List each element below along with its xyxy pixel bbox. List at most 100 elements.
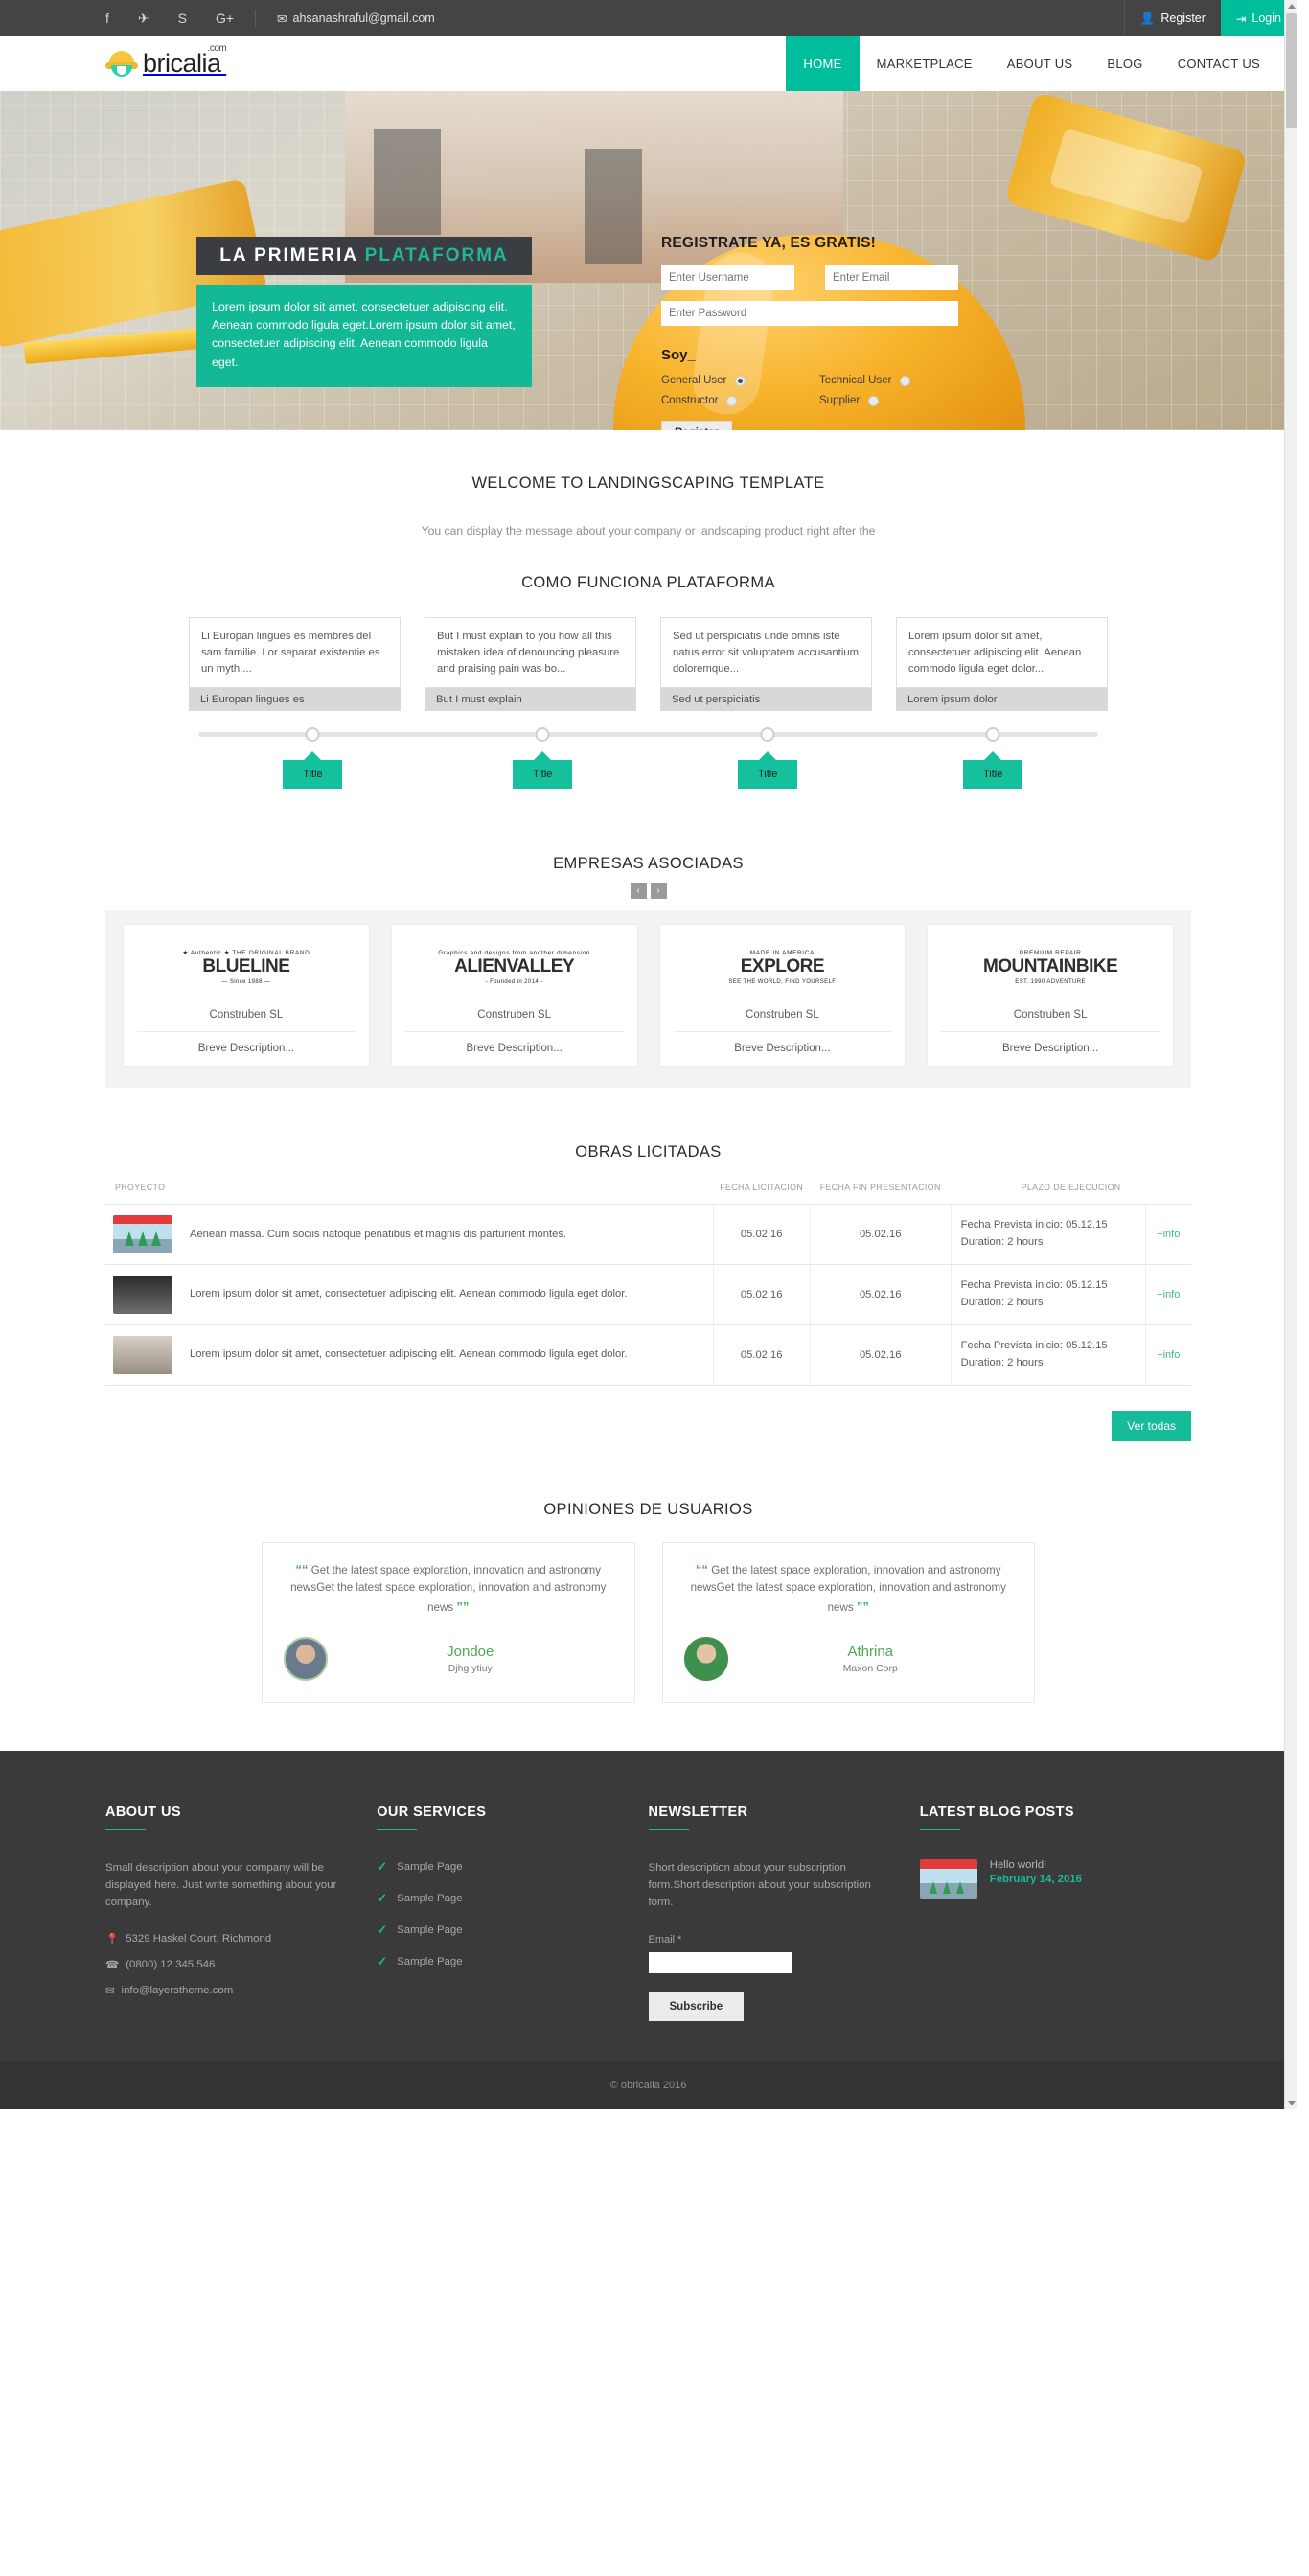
partner-logo-top: Graphics and designs from another dimens… — [438, 949, 590, 956]
partner-name: Construben SL — [404, 1000, 624, 1032]
ver-todas-button[interactable]: Ver todas — [1112, 1410, 1191, 1441]
testimonial-author: Jondoe Djhg ytiuy — [284, 1636, 613, 1681]
nav-item-about-us[interactable]: ABOUT US — [990, 36, 1091, 91]
social-links: f ✈ S G+ — [105, 12, 234, 25]
timeline-tag[interactable]: Title — [963, 751, 1023, 789]
partner-name: Construben SL — [673, 1000, 892, 1032]
radio-general-user[interactable]: General User — [661, 375, 819, 386]
how-card[interactable]: Li Europan lingues es membres del sam fa… — [189, 617, 401, 711]
scroll-down-icon[interactable] — [1288, 2101, 1296, 2106]
email-input[interactable] — [825, 265, 958, 290]
carousel-prev-button[interactable]: ‹ — [630, 883, 647, 899]
project-description: Aenean massa. Cum sociis natoque penatib… — [180, 1204, 714, 1265]
project-fecha-licitacion: 05.02.16 — [713, 1324, 811, 1386]
radio-supplier[interactable]: Supplier — [819, 395, 977, 406]
partner-logo-main: MOUNTAINBIKE — [982, 955, 1118, 977]
nav-item-marketplace[interactable]: MARKETPLACE — [860, 36, 990, 91]
twitter-icon[interactable]: ✈ — [138, 12, 149, 25]
footer-about-title: ABOUT US — [105, 1804, 181, 1820]
project-plazo: Fecha Prevista inicio: 05.12.15 Duration… — [951, 1324, 1146, 1386]
plazo-line-1: Fecha Prevista inicio: 05.12.15 — [960, 1219, 1108, 1230]
footer-email-text: info@layerstheme.com — [121, 1985, 234, 1997]
welcome-title: WELCOME TO LANDINGSCAPING TEMPLATE — [471, 474, 825, 492]
project-fecha-licitacion: 05.02.16 — [713, 1204, 811, 1265]
info-link[interactable]: +info — [1157, 1229, 1180, 1240]
nav-item-blog[interactable]: BLOG — [1090, 36, 1160, 91]
registration-title: REGISTRATE YA, ES GRATIS! — [661, 235, 877, 251]
hero-headline-part2: PLATAFORMA — [364, 245, 509, 265]
nav-item-home[interactable]: HOME — [786, 36, 860, 91]
partner-card[interactable]: MADE IN AMERICA EXPLORE SEE THE WORLD, F… — [658, 924, 907, 1067]
partner-card[interactable]: Graphics and designs from another dimens… — [390, 924, 638, 1067]
top-bar: f ✈ S G+ ✉ ahsanashraful@gmail.com 👤 Reg… — [0, 0, 1297, 36]
newsletter-email-label: Email * — [648, 1934, 682, 1946]
brand-name: bricalia.com — [143, 43, 240, 79]
testimonials-section: OPINIONES DE USUARIOS ““ Get the latest … — [0, 1501, 1297, 1703]
partner-logo-main: BLUELINE — [202, 956, 290, 977]
partner-card[interactable]: PREMIUM REPAIR MOUNTAINBIKE EST. 1990 AD… — [927, 924, 1174, 1067]
partner-description: Breve Description... — [197, 1043, 295, 1054]
partner-logo-top: PREMIUM REPAIR — [1019, 949, 1082, 956]
partner-card[interactable]: ★ Authentic ★ THE ORIGINAL BRAND BLUELIN… — [123, 924, 370, 1067]
col-fecha-fin: FECHA FIN PRESENTACION — [810, 1183, 952, 1205]
table-row[interactable]: Aenean massa. Cum sociis natoque penatib… — [105, 1204, 1191, 1265]
how-card[interactable]: Sed ut perspiciatis unde omnis iste natu… — [660, 617, 872, 711]
username-input[interactable] — [661, 265, 794, 290]
partner-logo-bottom: EST. 1990 ADVENTURE — [1015, 978, 1086, 985]
project-plazo: Fecha Prevista inicio: 05.12.15 Duration… — [951, 1264, 1146, 1325]
project-description: Lorem ipsum dolor sit amet, consectetuer… — [180, 1324, 714, 1386]
subscribe-button[interactable]: Subscribe — [648, 1992, 745, 2022]
footer-contact-list: 📍 5329 Haskel Court, Richmond ☎ (0800) 1… — [105, 1932, 344, 1997]
plazo-line-2: Duration: 2 hours — [960, 1356, 1044, 1368]
scroll-up-icon[interactable] — [1288, 4, 1296, 9]
password-input[interactable] — [661, 301, 958, 326]
partner-logo-alienvalley: Graphics and designs from another dimens… — [392, 925, 637, 1000]
nav-item-contact-us[interactable]: CONTACT US — [1160, 36, 1277, 91]
testimonials-title: OPINIONES DE USUARIOS — [543, 1500, 753, 1518]
register-button[interactable]: 👤 Register — [1123, 0, 1221, 36]
how-card[interactable]: But I must explain to you how all this m… — [425, 617, 636, 711]
quote-open-icon: ““ — [696, 1561, 708, 1576]
radio-technical-user[interactable]: Technical User — [819, 375, 977, 386]
skype-icon[interactable]: S — [178, 12, 187, 25]
project-fecha-licitacion: 05.02.16 — [713, 1264, 811, 1325]
brand-logo[interactable]: bricalia.com — [105, 36, 240, 91]
carousel-next-button[interactable]: › — [650, 883, 667, 899]
radio-technical-user-dot — [900, 375, 911, 386]
login-label: Login — [1252, 12, 1281, 25]
footer-blog-post[interactable]: Hello world! February 14, 2016 — [919, 1858, 1159, 1899]
table-row[interactable]: Lorem ipsum dolor sit amet, consectetuer… — [105, 1324, 1191, 1386]
info-link[interactable]: +info — [1157, 1349, 1180, 1361]
col-proyecto: PROYECTO — [105, 1183, 714, 1205]
project-fecha-fin: 05.02.16 — [810, 1204, 952, 1265]
col-plazo: PLAZO DE EJECUCION — [951, 1183, 1191, 1205]
footer-email[interactable]: ✉ info@layerstheme.com — [105, 1984, 344, 1997]
footer-service-item[interactable]: ✓ Sample Page — [377, 1859, 615, 1874]
info-link[interactable]: +info — [1157, 1289, 1180, 1300]
how-card-footer: Sed ut perspiciatis — [660, 688, 872, 711]
check-icon: ✓ — [377, 1858, 388, 1874]
how-card[interactable]: Lorem ipsum dolor sit amet, consectetuer… — [896, 617, 1108, 711]
table-row[interactable]: Lorem ipsum dolor sit amet, consectetuer… — [105, 1264, 1191, 1325]
timeline-tag[interactable]: Title — [738, 751, 798, 789]
facebook-icon[interactable]: f — [105, 12, 109, 25]
timeline-tag[interactable]: Title — [513, 751, 573, 789]
partner-logo-main: EXPLORE — [740, 955, 825, 977]
footer-service-item[interactable]: ✓ Sample Page — [377, 1891, 615, 1906]
timeline-dot — [535, 727, 550, 742]
envelope-icon: ✉ — [277, 12, 287, 26]
google-plus-icon[interactable]: G+ — [216, 12, 234, 25]
contact-email[interactable]: ✉ ahsanashraful@gmail.com — [277, 12, 435, 26]
footer-rule — [919, 1828, 960, 1830]
footer-newsletter-title: NEWSLETTER — [648, 1804, 748, 1820]
hero-banner: LA PRIMERIA PLATAFORMA Lorem ipsum dolor… — [0, 91, 1297, 430]
timeline-tag[interactable]: Title — [283, 751, 343, 789]
register-submit-button[interactable]: Register — [661, 421, 733, 430]
radio-constructor[interactable]: Constructor — [661, 395, 819, 406]
footer-service-item[interactable]: ✓ Sample Page — [377, 1922, 615, 1938]
footer-phone-text: (0800) 12 345 546 — [126, 1959, 216, 1971]
footer-service-item[interactable]: ✓ Sample Page — [377, 1954, 615, 1969]
newsletter-email-input[interactable] — [648, 1952, 792, 1974]
blog-post-thumbnail — [919, 1858, 977, 1899]
phone-icon: ☎ — [105, 1960, 120, 1972]
